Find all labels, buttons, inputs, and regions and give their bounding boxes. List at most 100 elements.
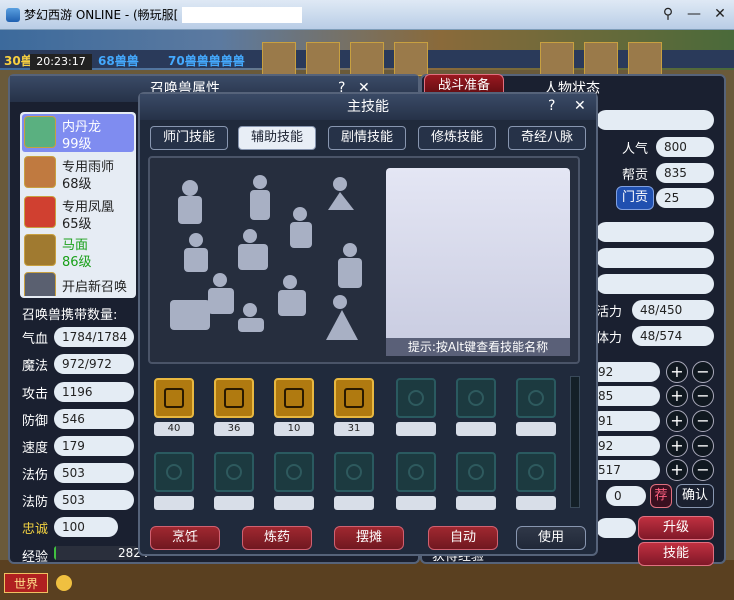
char-field-blank: [596, 222, 714, 242]
plus-button[interactable]: +: [666, 410, 688, 432]
alchemy-skill-icon: [224, 388, 244, 408]
pet-name: 开启新召唤: [62, 280, 128, 295]
beast-label-3[interactable]: 70兽兽兽兽兽: [168, 52, 245, 69]
pet-avatar: [24, 156, 56, 188]
team-portrait-4[interactable]: [394, 42, 428, 76]
title-redaction: [182, 6, 303, 23]
stat-value: 503: [54, 463, 134, 483]
minimize-icon[interactable]: —: [686, 6, 702, 22]
contribution-label: 帮贡: [622, 168, 649, 183]
skill-level-empty: [516, 422, 556, 436]
game-clock: 20:23:17: [30, 54, 92, 70]
skill-slot[interactable]: [334, 378, 374, 418]
skill-level-empty: [516, 496, 556, 510]
skill-slot[interactable]: [154, 378, 194, 418]
close-icon[interactable]: ✕: [712, 6, 728, 22]
skill-slot-empty[interactable]: [396, 378, 436, 418]
skill-slot-empty[interactable]: [516, 452, 556, 492]
minus-button[interactable]: −: [692, 385, 714, 407]
recommend-button[interactable]: 荐: [650, 484, 672, 508]
empty-slot-icon: [528, 464, 544, 480]
use-button[interactable]: 使用: [516, 526, 586, 550]
tab-sect-skills[interactable]: 师门技能: [150, 126, 228, 150]
team-portrait-3[interactable]: [350, 42, 384, 76]
skill-description-box: [386, 168, 570, 356]
skill-slot-empty[interactable]: [274, 452, 314, 492]
skill-slot-empty[interactable]: [334, 452, 374, 492]
tab-meridian-skills[interactable]: 奇经八脉: [508, 126, 586, 150]
pet-list-item[interactable]: 专用凤凰 65级: [22, 194, 134, 232]
pet-list-item[interactable]: 内丹龙 99级: [22, 114, 134, 152]
skill-slot[interactable]: [274, 378, 314, 418]
skill-slot[interactable]: [214, 378, 254, 418]
skill-panel-title: 主技能: [140, 94, 596, 120]
skill-list-scrollbar[interactable]: [570, 376, 580, 508]
char-field-blank: [596, 110, 714, 130]
auto-button[interactable]: 自动: [428, 526, 498, 550]
team-portrait-6[interactable]: [584, 42, 618, 76]
team-portrait-5[interactable]: [540, 42, 574, 76]
skill-slot-empty[interactable]: [396, 452, 436, 492]
chat-emoji-icon[interactable]: [56, 575, 72, 591]
pet-list-item[interactable]: 马面 86级: [22, 232, 134, 270]
minus-button[interactable]: −: [692, 361, 714, 383]
empty-slot-icon: [408, 464, 424, 480]
potential-value: 0: [606, 486, 646, 506]
stat-label: 法防: [22, 495, 49, 510]
tab-assist-skills[interactable]: 辅助技能: [238, 126, 316, 150]
team-portrait-1[interactable]: [262, 42, 296, 76]
team-portrait-7[interactable]: [628, 42, 662, 76]
confirm-button[interactable]: 确认: [676, 484, 714, 508]
stat-value: 100: [54, 517, 118, 537]
empty-slot-icon: [468, 464, 484, 480]
unlock-pet-slot[interactable]: 开启新召唤: [22, 270, 134, 296]
window-titlebar: 梦幻西游 ONLINE - (畅玩服[ ⚲ — ✕: [0, 0, 734, 30]
minus-button[interactable]: −: [692, 410, 714, 432]
gate-skill-icon: [344, 388, 364, 408]
skill-slot-empty[interactable]: [154, 452, 194, 492]
pet-level: 68级: [62, 177, 92, 192]
skill-slot-empty[interactable]: [516, 378, 556, 418]
vitality-label: 活力: [596, 305, 623, 320]
beast-label-1[interactable]: 30兽: [4, 52, 33, 69]
plus-button[interactable]: +: [666, 385, 688, 407]
tab-cultivation-skills[interactable]: 修炼技能: [418, 126, 496, 150]
upgrade-button[interactable]: 升级: [638, 516, 714, 540]
empty-slot-icon: [408, 390, 424, 406]
stat-label: 法伤: [22, 468, 49, 483]
skill-panel-help-icon[interactable]: ?: [548, 98, 555, 114]
game-scene-bottom: [0, 560, 734, 600]
skill-button[interactable]: 技能: [638, 542, 714, 566]
world-chat-button[interactable]: 世界: [4, 573, 48, 593]
attr-value: 85: [590, 386, 660, 406]
beast-label-2[interactable]: 68兽兽: [98, 52, 139, 69]
stall-skill-icon: [284, 388, 304, 408]
plus-button[interactable]: +: [666, 459, 688, 481]
pin-icon[interactable]: ⚲: [660, 6, 676, 22]
skill-level-empty: [396, 422, 436, 436]
pet-list-item[interactable]: 专用雨师 68级: [22, 154, 134, 192]
tab-story-skills[interactable]: 剧情技能: [328, 126, 406, 150]
skill-slot-empty[interactable]: [456, 378, 496, 418]
alchemy-button[interactable]: 炼药: [242, 526, 312, 550]
skill-slot-empty[interactable]: [456, 452, 496, 492]
app-icon: [6, 7, 20, 22]
minus-button[interactable]: −: [692, 435, 714, 457]
stall-button[interactable]: 摆摊: [334, 526, 404, 550]
skill-level-empty: [154, 496, 194, 510]
skill-panel-close-icon[interactable]: ✕: [574, 98, 586, 114]
stat-value: 179: [54, 436, 134, 456]
empty-slot-icon: [166, 464, 182, 480]
window-title: 梦幻西游 ONLINE - (畅玩服[: [24, 8, 179, 22]
sect-contribution-button[interactable]: 门贡: [616, 186, 654, 210]
skill-level: 36: [214, 422, 254, 436]
cooking-button[interactable]: 烹饪: [150, 526, 220, 550]
plus-button[interactable]: +: [666, 361, 688, 383]
minus-button[interactable]: −: [692, 459, 714, 481]
plus-button[interactable]: +: [666, 435, 688, 457]
team-portrait-2[interactable]: [306, 42, 340, 76]
stat-label: 魔法: [22, 359, 49, 374]
stamina-value: 48/574: [632, 326, 714, 346]
skill-slot-empty[interactable]: [214, 452, 254, 492]
stat-label: 防御: [22, 414, 49, 429]
